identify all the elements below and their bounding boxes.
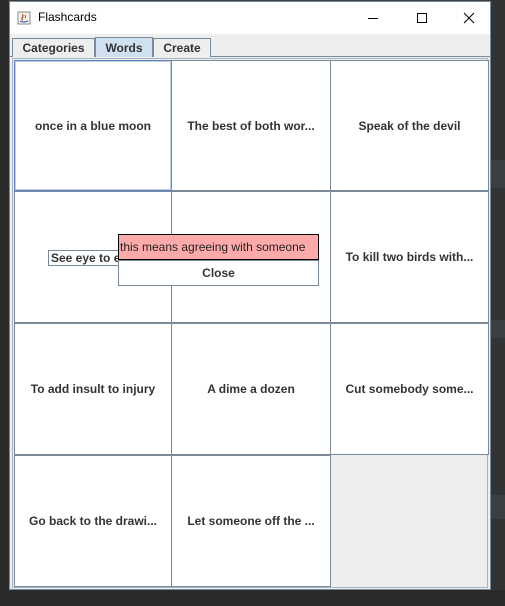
flashcard-2[interactable]: The best of both wor... — [171, 60, 331, 191]
flashcard-10[interactable]: Go back to the drawi... — [14, 455, 172, 587]
tab-bar: Categories Words Create — [10, 36, 490, 57]
flashcard-6[interactable]: To kill two birds with... — [330, 191, 489, 323]
close-icon — [463, 12, 475, 24]
close-definition-button[interactable]: Close — [118, 260, 319, 286]
tab-categories[interactable]: Categories — [12, 38, 95, 57]
background-ide-right — [491, 0, 505, 606]
close-window-button[interactable] — [446, 2, 492, 34]
word-field[interactable]: See eye to eye — [48, 250, 128, 266]
minimize-button[interactable] — [350, 2, 396, 34]
window-title: Flashcards — [38, 10, 97, 24]
flashcard-7[interactable]: To add insult to injury — [14, 323, 172, 455]
flashcard-3[interactable]: Speak of the devil — [330, 60, 489, 191]
tab-create[interactable]: Create — [153, 38, 211, 57]
tab-words[interactable]: Words — [95, 37, 153, 57]
flashcard-9[interactable]: Cut somebody some... — [330, 323, 489, 455]
definition-label: this means agreeing with someone — [118, 234, 319, 260]
maximize-button[interactable] — [399, 2, 445, 34]
flashcards-window: Flashcards Categories Words Create once … — [9, 1, 491, 590]
cards-panel: once in a blue moon The best of both wor… — [12, 58, 489, 588]
background-ide-left — [0, 0, 9, 606]
flashcard-11[interactable]: Let someone off the ... — [171, 455, 331, 587]
flashcard-1[interactable]: once in a blue moon — [14, 60, 172, 191]
background-ide-bottom — [0, 590, 505, 606]
flashcard-8[interactable]: A dime a dozen — [171, 323, 331, 455]
minimize-icon — [368, 18, 378, 19]
java-app-icon — [17, 11, 31, 25]
maximize-icon — [417, 13, 427, 23]
title-bar: Flashcards — [10, 2, 490, 34]
